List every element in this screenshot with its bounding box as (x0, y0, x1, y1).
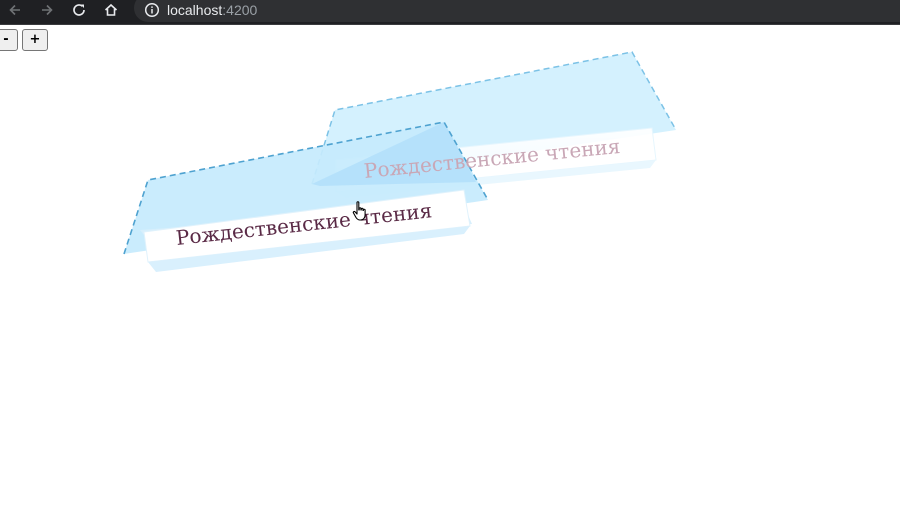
zoom-out-button[interactable]: - (0, 29, 18, 51)
reload-icon[interactable] (67, 0, 91, 20)
home-icon[interactable] (99, 0, 123, 20)
url-port: :4200 (222, 2, 258, 18)
info-icon[interactable] (144, 2, 160, 18)
ribbon-stage (123, 51, 677, 272)
zoom-in-button[interactable]: + (22, 29, 48, 51)
front-ribbon-title[interactable]: Рождественские чтения (175, 198, 433, 250)
back-ribbon-title: Рождественские чтения (362, 133, 622, 183)
browser-toolbar: localhost:4200 (0, 0, 900, 25)
back-arrow-icon[interactable] (3, 0, 27, 20)
hand-cursor-icon (352, 201, 366, 221)
url-host: localhost (167, 2, 223, 18)
url-text[interactable]: localhost:4200 (167, 1, 257, 19)
forward-arrow-icon[interactable] (35, 0, 59, 20)
